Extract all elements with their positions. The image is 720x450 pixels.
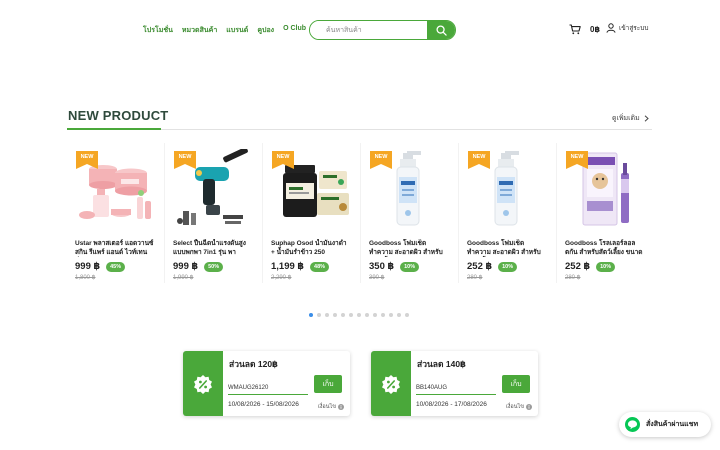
percent-tag-icon [382,374,400,394]
product-name: Suphap Osod น้ำมันงาดำ + น้ำมันรำข้าว 25… [271,240,347,256]
product-price: 350 ฿ [369,261,395,272]
see-more-label: ดูเพิ่มเติม [612,115,640,122]
nav-coupons[interactable]: คูปอง [257,25,274,36]
cart-icon [569,24,581,35]
product-card[interactable]: NEW Goodboss โรลเลอร์ลอลตกัน สำหรับสัตว์… [557,143,655,283]
product-price: 999 ฿ [75,261,101,272]
carousel-dot[interactable] [333,313,337,317]
coupon-card: ส่วนลด 120฿ WMAUG26120 10/08/2026 - 15/0… [183,351,350,416]
percent-tag-icon [194,374,212,394]
nav-o-club[interactable]: O Club [283,25,306,36]
product-name: Goodboss โฟมเช็ดทำความ สะอาดผิว สำหรับสั… [467,240,541,256]
main-nav: โปรโมชั่น หมวดสินค้า แบรนด์ คูปอง O Club [143,25,306,36]
coupon-title: ส่วนลด 120฿ [229,359,278,369]
login-link[interactable]: เข้าสู่ระบบ [606,23,649,33]
cart-button[interactable]: 0฿ [569,24,600,35]
product-name: Ustar พลาสเตอร์ แอดวานซ์ สกิน รีแพร์ แอน… [75,240,154,256]
product-price: 252 ฿ [467,261,493,272]
search-icon [435,24,447,36]
original-price: 280 ฿ [467,275,483,281]
product-name: Goodboss โรลเลอร์ลอลตกัน สำหรับสัตว์เลี้… [565,240,643,256]
cart-amount: 0฿ [590,25,601,34]
new-badge: NEW [174,151,196,169]
info-icon [338,404,344,410]
carousel-dot[interactable] [309,313,313,317]
coupon-date: 10/08/2026 - 15/08/2026 [228,401,299,408]
nav-brands[interactable]: แบรนด์ [226,25,248,36]
product-price: 252 ฿ [565,261,591,272]
see-more-link[interactable]: ดูเพิ่มเติม [612,113,649,124]
carousel-dots [309,313,409,317]
original-price: 2,290 ฿ [271,275,292,281]
discount-badge: 10% [400,261,420,272]
product-card[interactable]: NEW Suphap Osod น้ำมันงาดำ + น้ำมันรำข้า… [263,143,361,283]
new-badge: NEW [468,151,490,169]
nav-promotion[interactable]: โปรโมชั่น [143,25,173,36]
coupon-icon-panel [183,351,223,416]
info-icon [526,404,532,410]
product-card[interactable]: NEW Select ปืนฉีดน้ำแรงดันสูง แบบพกพา 7i… [165,143,263,283]
chevron-right-icon [644,115,649,122]
discount-badge: 50% [204,261,224,272]
coupon-conditions-label: เงื่อนไข [317,404,336,410]
discount-badge: 10% [596,261,616,272]
carousel-dot[interactable] [325,313,329,317]
nav-categories[interactable]: หมวดสินค้า [182,25,217,36]
collect-coupon-button[interactable]: เก็บ [502,375,530,393]
product-carousel: NEW Ustar พลาสเตอร์ แอดวานซ์ สกิน รีแพร์… [67,143,653,283]
search-bar [309,20,456,40]
search-input[interactable] [310,21,427,39]
site-header: โปรโมชั่น หมวดสินค้า แบรนด์ คูปอง O Club… [0,0,720,60]
carousel-dot[interactable] [365,313,369,317]
new-badge: NEW [566,151,588,169]
carousel-dot[interactable] [341,313,345,317]
chat-order-button[interactable]: สั่งสินค้าผ่านแชท [619,412,711,437]
user-icon [606,23,616,33]
coupon-icon-panel [371,351,411,416]
carousel-dot[interactable] [357,313,361,317]
discount-badge: 45% [106,261,126,272]
login-label: เข้าสู่ระบบ [619,25,649,32]
carousel-dot[interactable] [349,313,353,317]
product-name: Select ปืนฉีดน้ำแรงดันสูง แบบพกพา 7in1 ร… [173,240,246,256]
chat-order-label: สั่งสินค้าผ่านแชท [646,421,699,428]
discount-badge: 10% [498,261,518,272]
new-badge: NEW [272,151,294,169]
original-price: 1,800 ฿ [75,275,96,281]
carousel-dot[interactable] [373,313,377,317]
coupon-title: ส่วนลด 140฿ [417,359,466,369]
product-name: Goodboss โฟมเช็ดทำความ สะอาดผิว สำหรับสั… [369,240,443,256]
coupon-code-underline [416,394,496,395]
coupon-code: BB140AUG [416,385,448,391]
coupon-conditions-link[interactable]: เงื่อนไข [318,403,344,411]
coupon-code: WMAUG26120 [228,385,269,391]
product-price: 1,199 ฿ [271,261,305,272]
carousel-dot[interactable] [389,313,393,317]
search-button[interactable] [427,21,455,39]
product-card[interactable]: NEW Ustar พลาสเตอร์ แอดวานซ์ สกิน รีแพร์… [67,143,165,283]
carousel-dot[interactable] [405,313,409,317]
original-price: 1,990 ฿ [173,275,194,281]
discount-badge: 48% [310,261,330,272]
collect-coupon-button[interactable]: เก็บ [314,375,342,393]
product-card[interactable]: NEW Goodboss โฟมเช็ดทำความ สะอาดผิว สำหร… [361,143,459,283]
carousel-dot[interactable] [381,313,385,317]
coupon-code-underline [228,394,308,395]
line-chat-icon [625,417,640,432]
product-price: 999 ฿ [173,261,199,272]
section-title-underline [67,128,161,130]
original-price: 390 ฿ [369,275,385,281]
coupon-card: ส่วนลด 140฿ BB140AUG 10/08/2026 - 17/08/… [371,351,538,416]
new-badge: NEW [370,151,392,169]
original-price: 280 ฿ [565,275,581,281]
product-card[interactable]: NEW Goodboss โฟมเช็ดทำความ สะอาดผิว สำหร… [459,143,557,283]
coupon-conditions-link[interactable]: เงื่อนไข [506,403,532,411]
new-badge: NEW [76,151,98,169]
section-title: NEW PRODUCT [68,108,169,123]
coupon-date: 10/08/2026 - 17/08/2026 [416,401,487,408]
carousel-dot[interactable] [317,313,321,317]
coupon-conditions-label: เงื่อนไข [505,404,524,410]
carousel-dot[interactable] [397,313,401,317]
